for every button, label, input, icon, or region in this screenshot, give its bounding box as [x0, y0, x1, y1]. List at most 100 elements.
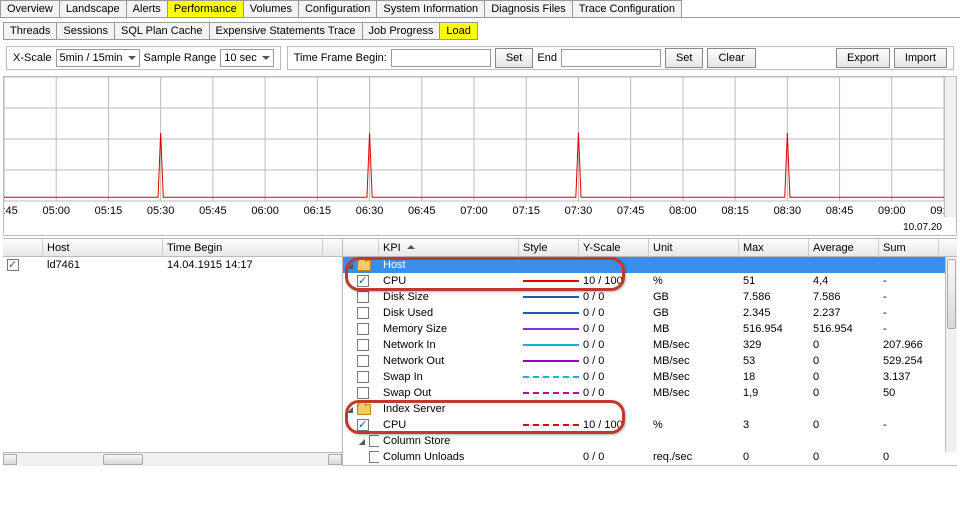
kpi-row[interactable]: Disk Size0 / 0GB7.5867.586- [343, 289, 957, 305]
kpi-row[interactable]: Swap Out0 / 0MB/sec1,9050 [343, 385, 957, 401]
export-button[interactable]: Export [836, 48, 890, 68]
col-max[interactable]: Max [739, 239, 809, 257]
kpi-row[interactable]: CPU10 / 100%514,4- [343, 273, 957, 289]
timeframe-begin-label: Time Frame Begin: [294, 52, 387, 64]
col-unit[interactable]: Unit [649, 239, 739, 257]
col-kpi[interactable]: KPI [379, 239, 519, 257]
col-sum[interactable]: Sum [879, 239, 939, 257]
kpi-row[interactable]: Disk Used0 / 0GB2.3452.237- [343, 305, 957, 321]
expander-icon[interactable]: ◢ [345, 402, 355, 417]
right-vscrollbar[interactable] [945, 257, 957, 452]
kpi-checkbox[interactable] [357, 387, 369, 399]
kpi-checkbox[interactable] [357, 275, 369, 287]
col-style[interactable]: Style [519, 239, 579, 257]
svg-text:07:30: 07:30 [565, 205, 593, 217]
controls-row: X-Scale 5min / 15min Sample Range 10 sec… [6, 46, 954, 70]
col-time[interactable]: Time Begin [163, 239, 323, 257]
top-tab-diagnosis-files[interactable]: Diagnosis Files [484, 0, 573, 17]
kpi-checkbox[interactable] [357, 355, 369, 367]
clear-button[interactable]: Clear [707, 48, 755, 68]
host-checkbox[interactable] [7, 259, 19, 271]
import-button[interactable]: Import [894, 48, 947, 68]
folder-icon [357, 404, 371, 415]
style-swatch [523, 264, 579, 266]
kpi-row[interactable]: Column Unloads0 / 0req./sec000 [343, 449, 957, 465]
svg-text:08:45: 08:45 [826, 205, 854, 217]
kpi-row[interactable]: ◢Host [343, 257, 957, 273]
set-begin-button[interactable]: Set [495, 48, 534, 68]
xscale-group: X-Scale 5min / 15min Sample Range 10 sec [6, 46, 281, 70]
left-body: ld746114.04.1915 14:17 [3, 257, 342, 452]
top-tab-alerts[interactable]: Alerts [126, 0, 168, 17]
kpi-checkbox[interactable] [369, 435, 379, 447]
kpi-row[interactable]: ◢Index Server [343, 401, 957, 417]
timeframe-end-input[interactable] [561, 49, 661, 67]
kpi-checkbox[interactable] [357, 339, 369, 351]
chart-vscrollbar[interactable] [944, 77, 956, 217]
top-tab-landscape[interactable]: Landscape [59, 0, 127, 17]
top-tab-configuration[interactable]: Configuration [298, 0, 377, 17]
svg-text:07:00: 07:00 [460, 205, 488, 217]
xscale-label: X-Scale [13, 52, 52, 64]
kpi-checkbox[interactable] [357, 323, 369, 335]
sub-tab-sessions[interactable]: Sessions [56, 22, 115, 40]
style-swatch [523, 344, 579, 346]
svg-text:04:45: 04:45 [4, 205, 18, 217]
col-chk[interactable] [3, 239, 43, 257]
sample-select[interactable]: 10 sec [220, 49, 273, 67]
left-col-header: HostTime Begin [3, 239, 342, 257]
kpi-row[interactable]: CPU10 / 100%30- [343, 417, 957, 433]
top-tab-overview[interactable]: Overview [0, 0, 60, 17]
kpi-row[interactable]: Memory Size0 / 0MB516.954516.954- [343, 321, 957, 337]
sub-tab-job-progress[interactable]: Job Progress [362, 22, 441, 40]
sub-tab-load[interactable]: Load [439, 22, 477, 40]
right-hscrollbar[interactable] [343, 465, 957, 466]
style-swatch [523, 296, 579, 298]
set-end-button[interactable]: Set [665, 48, 704, 68]
svg-text:06:15: 06:15 [304, 205, 332, 217]
kpi-row[interactable]: Swap In0 / 0MB/sec1803.137 [343, 369, 957, 385]
svg-text:05:00: 05:00 [42, 205, 70, 217]
top-tab-volumes[interactable]: Volumes [243, 0, 299, 17]
svg-text:09:15: 09:15 [930, 205, 944, 217]
kpi-checkbox[interactable] [357, 307, 369, 319]
left-hscrollbar[interactable] [3, 452, 342, 466]
style-swatch [523, 360, 579, 362]
timeframe-group: Time Frame Begin: Set End Set Clear Expo… [287, 46, 954, 70]
folder-icon [357, 260, 371, 271]
svg-text:06:45: 06:45 [408, 205, 436, 217]
kpi-checkbox[interactable] [357, 419, 369, 431]
top-tabbar: OverviewLandscapeAlertsPerformanceVolume… [0, 0, 960, 18]
svg-text:06:00: 06:00 [251, 205, 279, 217]
svg-text:05:30: 05:30 [147, 205, 175, 217]
expander-icon[interactable]: ◢ [345, 258, 355, 273]
chart-date-footer: 10.07.20 [903, 222, 942, 233]
col-avg[interactable]: Average [809, 239, 879, 257]
style-swatch [523, 376, 579, 378]
kpi-checkbox[interactable] [369, 451, 379, 463]
sub-tab-expensive-statements-trace[interactable]: Expensive Statements Trace [209, 22, 363, 40]
top-tab-trace-configuration[interactable]: Trace Configuration [572, 0, 682, 17]
col-yscale[interactable]: Y-Scale [579, 239, 649, 257]
sub-tab-sql-plan-cache[interactable]: SQL Plan Cache [114, 22, 210, 40]
timeframe-begin-input[interactable] [391, 49, 491, 67]
svg-text:05:15: 05:15 [95, 205, 123, 217]
xscale-select[interactable]: 5min / 15min [56, 49, 140, 67]
style-swatch [523, 328, 579, 330]
right-body: ◢HostCPU10 / 100%514,4-Disk Size0 / 0GB7… [343, 257, 957, 465]
svg-text:07:15: 07:15 [512, 205, 540, 217]
kpi-checkbox[interactable] [357, 371, 369, 383]
expander-icon[interactable]: ◢ [357, 434, 367, 449]
kpi-row[interactable]: Network Out0 / 0MB/sec530529.254 [343, 353, 957, 369]
col-host[interactable]: Host [43, 239, 163, 257]
top-tab-system-information[interactable]: System Information [376, 0, 485, 17]
kpi-row[interactable]: Network In0 / 0MB/sec3290207.966 [343, 337, 957, 353]
load-chart: 04:4505:0005:1505:3005:4506:0006:1506:30… [4, 77, 944, 217]
host-row[interactable]: ld746114.04.1915 14:17 [3, 257, 342, 273]
bottom-split: HostTime Begin ld746114.04.1915 14:17 KP… [3, 238, 957, 466]
top-tab-performance[interactable]: Performance [167, 0, 244, 17]
sub-tab-threads[interactable]: Threads [3, 22, 57, 40]
kpi-checkbox[interactable] [357, 291, 369, 303]
kpi-row[interactable]: ◢Column Store [343, 433, 957, 449]
right-col-header: KPIStyleY-ScaleUnitMaxAverageSum [343, 239, 957, 257]
